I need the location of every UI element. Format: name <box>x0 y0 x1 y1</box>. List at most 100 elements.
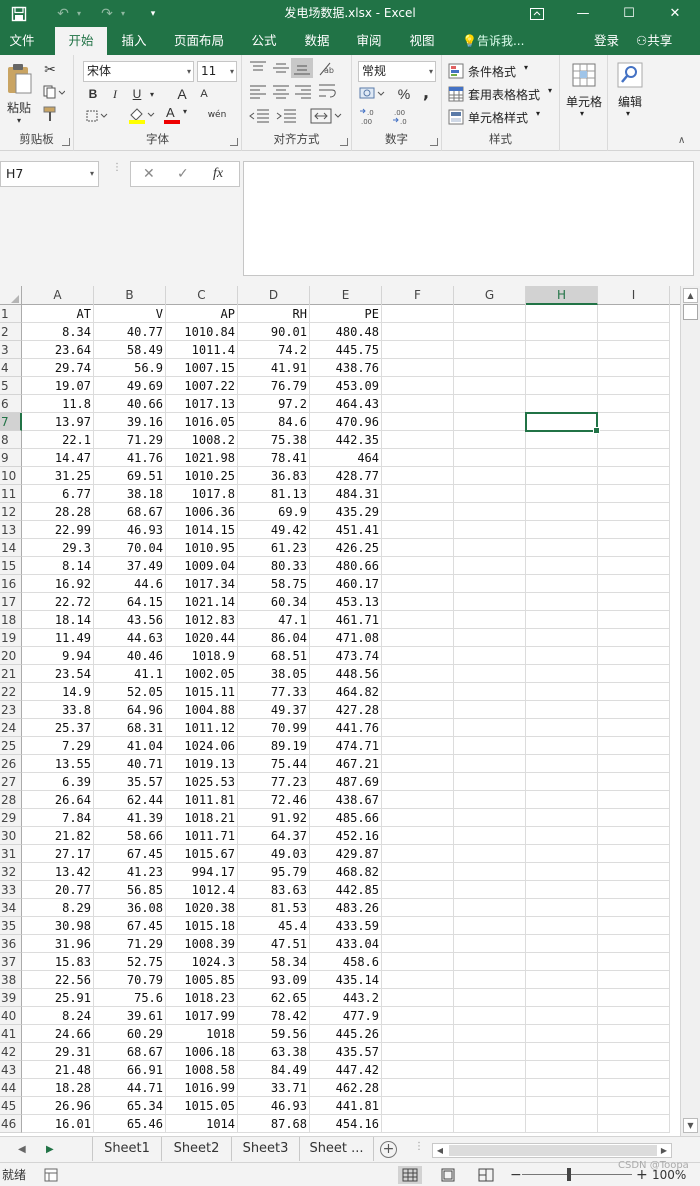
cell-e15[interactable]: 480.66 <box>310 557 382 575</box>
cell-a4[interactable]: 29.74 <box>22 359 94 377</box>
vertical-scroll-thumb[interactable] <box>683 304 698 320</box>
customize-qat-icon[interactable]: ▾ <box>140 0 166 27</box>
cell-b16[interactable]: 44.6 <box>94 575 166 593</box>
cell-d16[interactable]: 58.75 <box>238 575 310 593</box>
select-all-button[interactable] <box>0 286 22 305</box>
cell-i27[interactable] <box>598 773 670 791</box>
cell-i13[interactable] <box>598 521 670 539</box>
cell-b23[interactable]: 64.96 <box>94 701 166 719</box>
align-middle-icon[interactable] <box>272 61 290 75</box>
cell-d46[interactable]: 87.68 <box>238 1115 310 1133</box>
cell-f13[interactable] <box>382 521 454 539</box>
wrap-text-icon[interactable] <box>318 83 338 101</box>
cell-f22[interactable] <box>382 683 454 701</box>
cell-a5[interactable]: 19.07 <box>22 377 94 395</box>
cell-h38[interactable] <box>526 971 598 989</box>
number-format-dropdown[interactable]: 常规 ▾ <box>358 61 436 82</box>
percent-button[interactable]: % <box>394 85 414 103</box>
row-header[interactable]: 26 <box>0 755 22 773</box>
cell-g33[interactable] <box>454 881 526 899</box>
comma-button[interactable]: , <box>418 83 434 102</box>
row-header[interactable]: 17 <box>0 593 22 611</box>
row-header[interactable]: 32 <box>0 863 22 881</box>
cell-d2[interactable]: 90.01 <box>238 323 310 341</box>
cell-b24[interactable]: 68.31 <box>94 719 166 737</box>
cell-h24[interactable] <box>526 719 598 737</box>
cell-g46[interactable] <box>454 1115 526 1133</box>
cell-b37[interactable]: 52.75 <box>94 953 166 971</box>
cell-i31[interactable] <box>598 845 670 863</box>
cell-e12[interactable]: 435.29 <box>310 503 382 521</box>
cell-c14[interactable]: 1010.95 <box>166 539 238 557</box>
cell-f15[interactable] <box>382 557 454 575</box>
scroll-right-icon[interactable]: ▶ <box>657 1144 671 1157</box>
cell-e27[interactable]: 487.69 <box>310 773 382 791</box>
cell-d14[interactable]: 61.23 <box>238 539 310 557</box>
cell-d37[interactable]: 58.34 <box>238 953 310 971</box>
cell-g8[interactable] <box>454 431 526 449</box>
row-header[interactable]: 43 <box>0 1061 22 1079</box>
cell-i1[interactable] <box>598 305 670 323</box>
cell-g31[interactable] <box>454 845 526 863</box>
cell-a25[interactable]: 7.29 <box>22 737 94 755</box>
cell-i33[interactable] <box>598 881 670 899</box>
cell-e42[interactable]: 435.57 <box>310 1043 382 1061</box>
cell-e9[interactable]: 464 <box>310 449 382 467</box>
cell-a26[interactable]: 13.55 <box>22 755 94 773</box>
cell-d41[interactable]: 59.56 <box>238 1025 310 1043</box>
cell-f34[interactable] <box>382 899 454 917</box>
cell-b28[interactable]: 62.44 <box>94 791 166 809</box>
cell-a37[interactable]: 15.83 <box>22 953 94 971</box>
cell-c36[interactable]: 1008.39 <box>166 935 238 953</box>
scroll-up-icon[interactable]: ▲ <box>683 288 698 303</box>
row-header[interactable]: 29 <box>0 809 22 827</box>
cell-h8[interactable] <box>526 431 598 449</box>
cell-e39[interactable]: 443.2 <box>310 989 382 1007</box>
row-header[interactable]: 18 <box>0 611 22 629</box>
cell-a13[interactable]: 22.99 <box>22 521 94 539</box>
cell-e5[interactable]: 453.09 <box>310 377 382 395</box>
cell-h15[interactable] <box>526 557 598 575</box>
cell-e22[interactable]: 464.82 <box>310 683 382 701</box>
cell-e40[interactable]: 477.9 <box>310 1007 382 1025</box>
cell-f23[interactable] <box>382 701 454 719</box>
cell-e30[interactable]: 452.16 <box>310 827 382 845</box>
cell-e19[interactable]: 471.08 <box>310 629 382 647</box>
border-icon[interactable] <box>84 107 110 125</box>
cell-f26[interactable] <box>382 755 454 773</box>
column-header-h[interactable]: H <box>526 286 598 305</box>
cell-f46[interactable] <box>382 1115 454 1133</box>
cut-icon[interactable]: ✂ <box>40 61 60 79</box>
cell-h34[interactable] <box>526 899 598 917</box>
cell-h14[interactable] <box>526 539 598 557</box>
cell-a45[interactable]: 26.96 <box>22 1097 94 1115</box>
row-header[interactable]: 3 <box>0 341 22 359</box>
cell-i36[interactable] <box>598 935 670 953</box>
cell-e23[interactable]: 427.28 <box>310 701 382 719</box>
cell-d28[interactable]: 72.46 <box>238 791 310 809</box>
cell-a22[interactable]: 14.9 <box>22 683 94 701</box>
cell-a35[interactable]: 30.98 <box>22 917 94 935</box>
column-header-a[interactable]: A <box>22 286 94 305</box>
cell-a39[interactable]: 25.91 <box>22 989 94 1007</box>
cell-styles-button[interactable]: 单元格样式 ▾ <box>448 107 558 127</box>
font-name-dropdown[interactable]: 宋体 ▾ <box>83 61 194 82</box>
cell-g9[interactable] <box>454 449 526 467</box>
cell-a21[interactable]: 23.54 <box>22 665 94 683</box>
column-header-g[interactable]: G <box>454 286 526 305</box>
cell-i43[interactable] <box>598 1061 670 1079</box>
cell-c38[interactable]: 1005.85 <box>166 971 238 989</box>
enter-icon[interactable]: ✓ <box>177 162 189 186</box>
cell-h16[interactable] <box>526 575 598 593</box>
align-right-icon[interactable] <box>294 85 312 99</box>
decrease-indent-icon[interactable] <box>249 109 271 123</box>
cell-h2[interactable] <box>526 323 598 341</box>
cell-h22[interactable] <box>526 683 598 701</box>
cell-i8[interactable] <box>598 431 670 449</box>
cell-h12[interactable] <box>526 503 598 521</box>
cell-d30[interactable]: 64.37 <box>238 827 310 845</box>
row-header[interactable]: 31 <box>0 845 22 863</box>
cell-h33[interactable] <box>526 881 598 899</box>
cell-i39[interactable] <box>598 989 670 1007</box>
scroll-tabs-right-icon[interactable]: ▶ <box>46 1137 54 1163</box>
